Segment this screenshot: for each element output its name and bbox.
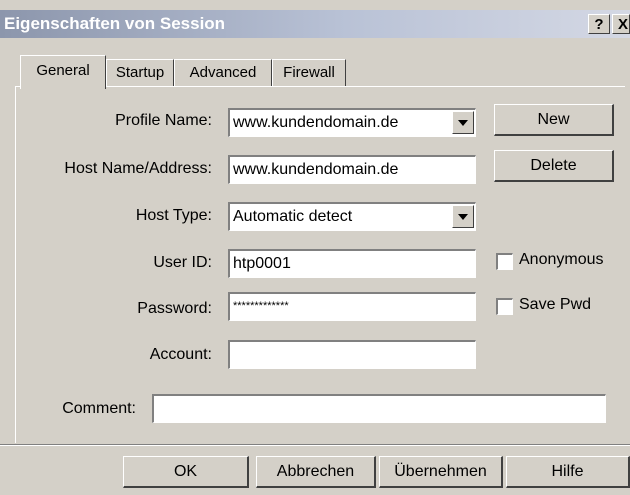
new-button[interactable]: New [494, 104, 614, 136]
delete-button[interactable]: Delete [494, 150, 614, 182]
password-label: Password: [137, 300, 212, 317]
chevron-down-icon[interactable] [452, 205, 474, 228]
profile-name-combo[interactable]: www.kundendomain.de [228, 108, 476, 137]
properties-dialog: Eigenschaften von Session ? X General St… [0, 0, 630, 495]
comment-label: Comment: [62, 400, 136, 417]
tab-advanced[interactable]: Advanced [174, 59, 272, 87]
save-pwd-label[interactable]: Save Pwd [519, 296, 591, 314]
cancel-button[interactable]: Abbrechen [256, 456, 376, 488]
account-label: Account: [149, 346, 212, 363]
anonymous-label[interactable]: Anonymous [519, 251, 604, 269]
tab-startup[interactable]: Startup [106, 59, 174, 87]
apply-button[interactable]: Übernehmen [379, 456, 503, 488]
profile-name-value: www.kundendomain.de [233, 114, 399, 131]
tab-general[interactable]: General [20, 55, 106, 89]
host-input[interactable]: www.kundendomain.de [228, 155, 476, 184]
tab-firewall[interactable]: Firewall [272, 59, 346, 87]
window-title: Eigenschaften von Session [4, 14, 226, 33]
host-type-label: Host Type: [135, 207, 212, 224]
title-bar[interactable]: Eigenschaften von Session ? X [0, 10, 630, 38]
chevron-down-icon[interactable] [452, 111, 474, 134]
help-button[interactable]: Hilfe [506, 456, 630, 488]
comment-input[interactable] [152, 394, 606, 423]
footer-separator [0, 444, 630, 446]
host-type-value: Automatic detect [233, 208, 353, 225]
close-icon[interactable]: X [612, 14, 630, 34]
anonymous-checkbox[interactable] [496, 253, 513, 270]
account-input[interactable] [228, 340, 476, 369]
help-icon[interactable]: ? [588, 14, 610, 34]
password-input[interactable]: ************* [228, 292, 476, 321]
user-id-input[interactable]: htp0001 [228, 249, 476, 278]
user-id-label: User ID: [153, 254, 212, 271]
ok-button[interactable]: OK [123, 456, 249, 488]
host-type-select[interactable]: Automatic detect [228, 202, 476, 231]
save-pwd-checkbox[interactable] [496, 298, 513, 315]
profile-name-label: Profile Name: [115, 112, 212, 129]
host-label: Host Name/Address: [64, 160, 212, 177]
